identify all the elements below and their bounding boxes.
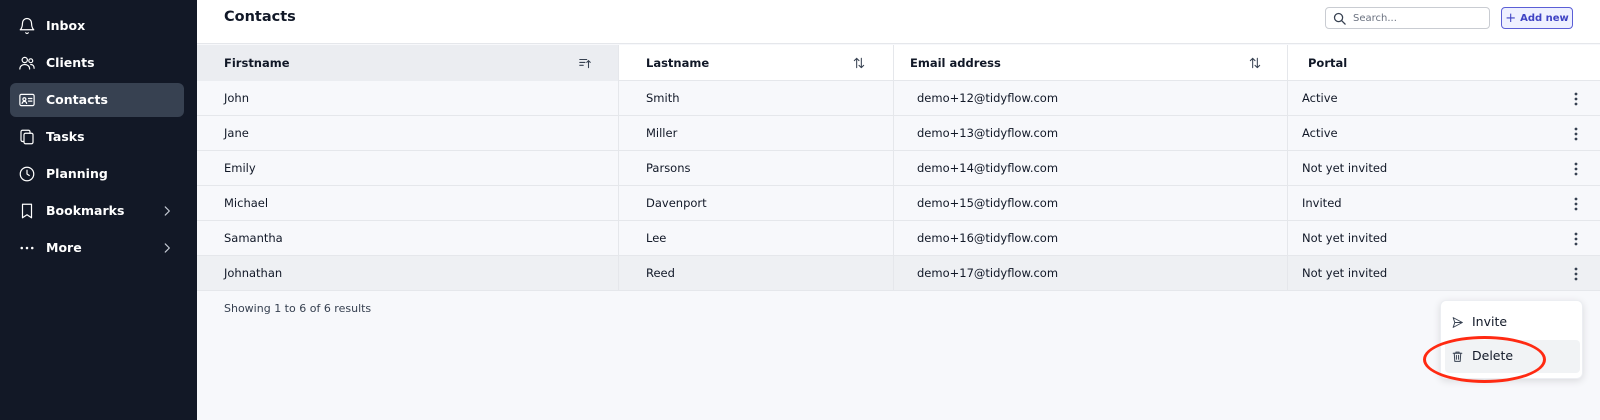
menu-item-invite[interactable]: Invite xyxy=(1445,306,1580,339)
sidebar-item-label: Planning xyxy=(46,166,108,181)
main-content: Contacts + Add new Firstname Lastname xyxy=(197,0,1600,420)
column-header-firstname[interactable]: Firstname xyxy=(197,45,619,81)
plus-icon: + xyxy=(1505,10,1517,26)
cell-lastname: Parsons xyxy=(619,151,894,186)
cell-firstname: John xyxy=(197,81,619,116)
sidebar-item-label: Inbox xyxy=(46,18,86,33)
cell-portal: Not yet invited xyxy=(1302,161,1388,175)
cell-email: demo+17@tidyflow.com xyxy=(894,256,1288,291)
cell-portal: Active xyxy=(1302,91,1338,105)
cell-portal: Not yet invited xyxy=(1302,266,1388,280)
search-input[interactable] xyxy=(1353,10,1485,26)
sidebar-item-tasks[interactable]: Tasks xyxy=(10,120,184,154)
cell-firstname: Johnathan xyxy=(197,256,619,291)
cell-lastname: Lee xyxy=(619,221,894,256)
cell-lastname: Reed xyxy=(619,256,894,291)
add-new-label: Add new xyxy=(1520,12,1569,24)
column-header-label: Firstname xyxy=(224,56,290,70)
copy-icon xyxy=(18,128,36,146)
chevron-right-icon xyxy=(160,241,174,255)
cell-firstname: Michael xyxy=(197,186,619,221)
sidebar-item-label: Tasks xyxy=(46,129,85,144)
column-header-email[interactable]: Email address xyxy=(894,45,1288,81)
column-header-portal: Portal xyxy=(1288,45,1600,81)
sidebar-item-bookmarks[interactable]: Bookmarks xyxy=(10,194,184,228)
sidebar-item-planning[interactable]: Planning xyxy=(10,157,184,191)
more-vertical-icon[interactable] xyxy=(1569,161,1583,177)
column-header-lastname[interactable]: Lastname xyxy=(619,45,894,81)
menu-item-label: Invite xyxy=(1472,314,1508,329)
more-vertical-icon[interactable] xyxy=(1569,266,1583,282)
table-row[interactable]: Samantha Lee demo+16@tidyflow.com Not ye… xyxy=(197,221,1600,256)
send-icon xyxy=(1451,316,1464,329)
cell-firstname: Emily xyxy=(197,151,619,186)
more-vertical-icon[interactable] xyxy=(1569,196,1583,212)
more-vertical-icon[interactable] xyxy=(1569,231,1583,247)
id-card-icon xyxy=(18,91,36,109)
cell-lastname: Davenport xyxy=(619,186,894,221)
cell-portal: Invited xyxy=(1302,196,1342,210)
cell-lastname: Smith xyxy=(619,81,894,116)
sidebar-item-label: More xyxy=(46,240,82,255)
search-icon xyxy=(1332,11,1347,26)
column-header-label: Email address xyxy=(910,56,1001,70)
table-row[interactable]: Jane Miller demo+13@tidyflow.com Active xyxy=(197,116,1600,151)
cell-firstname: Samantha xyxy=(197,221,619,256)
cell-email: demo+15@tidyflow.com xyxy=(894,186,1288,221)
sidebar-item-label: Clients xyxy=(46,55,95,70)
table-row[interactable]: John Smith demo+12@tidyflow.com Active xyxy=(197,81,1600,116)
cell-email: demo+14@tidyflow.com xyxy=(894,151,1288,186)
bell-icon xyxy=(18,17,36,35)
sidebar-item-more[interactable]: More xyxy=(10,231,184,265)
cell-lastname: Miller xyxy=(619,116,894,151)
sidebar-item-contacts[interactable]: Contacts xyxy=(10,83,184,117)
sort-active-icon[interactable] xyxy=(578,56,592,70)
sidebar: Inbox Clients Contacts Tasks Planning Bo… xyxy=(0,0,197,420)
sidebar-item-inbox[interactable]: Inbox xyxy=(10,9,184,43)
clock-icon xyxy=(18,165,36,183)
ellipsis-icon xyxy=(18,239,36,257)
table-header: Firstname Lastname Email address Portal xyxy=(197,45,1600,81)
users-icon xyxy=(18,54,36,72)
cell-portal: Active xyxy=(1302,126,1338,140)
highlight-annotation xyxy=(1423,336,1546,383)
table-row[interactable]: Johnathan Reed demo+17@tidyflow.com Not … xyxy=(197,256,1600,291)
cell-email: demo+16@tidyflow.com xyxy=(894,221,1288,256)
more-vertical-icon[interactable] xyxy=(1569,91,1583,107)
chevron-right-icon xyxy=(160,204,174,218)
sidebar-item-label: Contacts xyxy=(46,92,108,107)
table-row[interactable]: Emily Parsons demo+14@tidyflow.com Not y… xyxy=(197,151,1600,186)
cell-portal: Not yet invited xyxy=(1302,231,1388,245)
more-vertical-icon[interactable] xyxy=(1569,126,1583,142)
page-header: Contacts + Add new xyxy=(197,0,1600,44)
add-new-button[interactable]: + Add new xyxy=(1501,7,1573,29)
sidebar-item-clients[interactable]: Clients xyxy=(10,46,184,80)
bookmark-icon xyxy=(18,202,36,220)
cell-email: demo+12@tidyflow.com xyxy=(894,81,1288,116)
sort-arrows-icon[interactable] xyxy=(1248,56,1262,70)
page-title: Contacts xyxy=(224,9,296,25)
column-header-label: Lastname xyxy=(646,56,710,70)
cell-email: demo+13@tidyflow.com xyxy=(894,116,1288,151)
table-row[interactable]: Michael Davenport demo+15@tidyflow.com I… xyxy=(197,186,1600,221)
column-header-label: Portal xyxy=(1308,56,1348,70)
sidebar-item-label: Bookmarks xyxy=(46,203,125,218)
cell-firstname: Jane xyxy=(197,116,619,151)
sort-arrows-icon[interactable] xyxy=(852,56,866,70)
search-box[interactable] xyxy=(1325,7,1490,29)
results-count: Showing 1 to 6 of 6 results xyxy=(224,302,372,315)
